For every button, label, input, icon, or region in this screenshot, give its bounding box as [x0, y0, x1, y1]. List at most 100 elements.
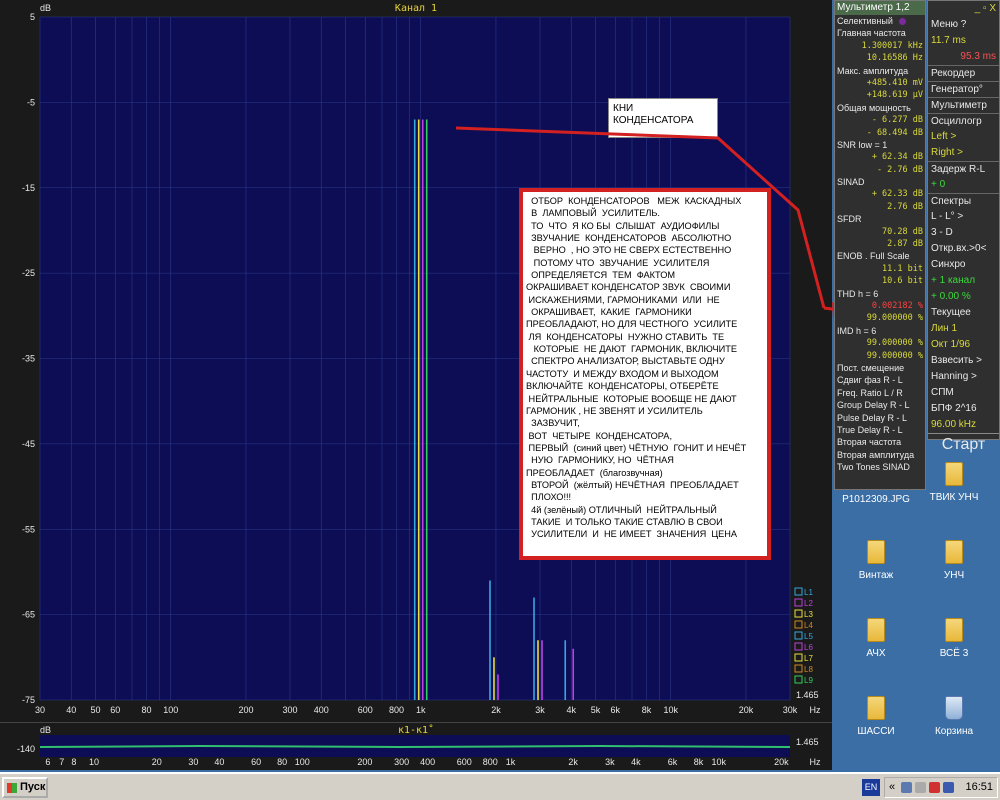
desktop-icon-label: Винтаж: [858, 570, 894, 581]
x-tick-label: 6k: [610, 705, 620, 715]
multimeter-label[interactable]: THD h = 6: [835, 288, 925, 300]
menu-item[interactable]: + 0: [928, 177, 999, 193]
menu-item[interactable]: 96.00 kHz: [928, 417, 999, 433]
start-menu-label: Пуск: [20, 781, 46, 793]
multimeter-label[interactable]: Сдвиг фаз R - L: [835, 374, 925, 386]
y-tick-label: 5: [30, 12, 35, 22]
menu-item[interactable]: Задерж R-L: [928, 161, 999, 177]
menu-item[interactable]: + 0.00 %: [928, 289, 999, 305]
x-tick-label: 20k: [739, 705, 754, 715]
menu-item[interactable]: Лин 1: [928, 321, 999, 337]
desktop-icon[interactable]: ВСЁ 3: [912, 618, 996, 659]
multimeter-label[interactable]: ENOB . Full Scale: [835, 250, 925, 262]
legend-label: L5: [804, 632, 813, 641]
tray-expand-icon[interactable]: «: [889, 778, 895, 797]
multimeter-value: - 68.494 dB: [866, 127, 923, 138]
multimeter-label[interactable]: Freq. Ratio L / R: [835, 387, 925, 399]
desktop-icon-label: ВСЁ 3: [939, 648, 969, 659]
multimeter-label[interactable]: True Delay R - L: [835, 424, 925, 436]
capacitor-note-box: ОТБОР КОНДЕНСАТОРОВ МЕЖ КАСКАДНЫХ В ЛАМП…: [519, 188, 771, 560]
menu-item[interactable]: СПМ: [928, 385, 999, 401]
menu-panel[interactable]: _ ▫ X Меню ? 11.7 ms 95.3 ms Рекордер Ге…: [927, 0, 1000, 453]
strip-corner-value: 1.465: [796, 737, 819, 747]
menu-item[interactable]: Спектры: [928, 193, 999, 209]
multimeter-label[interactable]: SFDR: [835, 213, 925, 225]
menu-item[interactable]: Откр.вх.>0<: [928, 241, 999, 257]
menu-item[interactable]: Синхро: [928, 257, 999, 273]
strip-x-unit: Hz: [810, 757, 821, 767]
multimeter-label[interactable]: Макс. амплитуда: [835, 65, 925, 77]
note-line: ВКЛЮЧАЙТЕ КОНДЕНСАТОРЫ, ОТБЕРЁТЕ: [526, 381, 719, 392]
start-button[interactable]: Старт: [928, 433, 999, 455]
desktop-icon[interactable]: Корзина: [912, 696, 996, 737]
multimeter-value: + 62.34 dB: [871, 152, 923, 163]
menu-item[interactable]: L - L° >: [928, 209, 999, 225]
multimeter-label[interactable]: SNR low = 1: [835, 139, 925, 151]
secondary-strip-window[interactable]: к1-к1˚ dB -140 1.465 6 7 8 10 20 30 40 60 80 100 200 30…: [0, 722, 832, 770]
multimeter-label[interactable]: Pulse Delay R - L: [835, 412, 925, 424]
strip-x-tick: 6k: [668, 757, 678, 767]
strip-x-tick: 400: [420, 757, 435, 767]
menu-item[interactable]: Мультиметр: [928, 97, 999, 113]
menu-item[interactable]: Hanning >: [928, 369, 999, 385]
menu-item[interactable]: + 1 канал: [928, 273, 999, 289]
volume-icon[interactable]: [915, 782, 926, 793]
multimeter-label[interactable]: Пост. смещение: [835, 362, 925, 374]
menu-item[interactable]: БПФ 2^16: [928, 401, 999, 417]
menu-item[interactable]: Меню ?: [928, 17, 999, 33]
x-tick-label: 80: [141, 705, 151, 715]
note-line: ВОТ ЧЕТЫРЕ КОНДЕНСАТОРА,: [526, 430, 672, 441]
desktop-icon[interactable]: АЧХ: [834, 618, 918, 659]
multimeter-label[interactable]: Селективный: [835, 15, 925, 27]
x-tick-label: 800: [389, 705, 404, 715]
desktop-icon-label: P1012309.JPG: [842, 494, 910, 505]
desktop-icon[interactable]: P1012309.JPG: [834, 494, 918, 505]
strip-x-tick: 4k: [631, 757, 641, 767]
security-icon[interactable]: [929, 782, 940, 793]
multimeter-label[interactable]: Вторая амплитуда: [835, 449, 925, 461]
multimeter-label[interactable]: Вторая частота: [835, 436, 925, 448]
x-tick-label: 30: [35, 705, 45, 715]
desktop-icon-label: Корзина: [934, 726, 974, 737]
multimeter-label[interactable]: Главная частота: [835, 27, 925, 39]
desktop-icon[interactable]: ТВИК УНЧ: [912, 462, 996, 503]
y-tick-label: -5: [27, 97, 35, 107]
clock[interactable]: 16:51: [965, 778, 993, 797]
menu-item[interactable]: Осциллогр: [928, 113, 999, 129]
menu-item[interactable]: Right >: [928, 145, 999, 161]
menu-item[interactable]: 3 - D: [928, 225, 999, 241]
strip-x-tick: 30: [188, 757, 198, 767]
desktop-icon[interactable]: ШАССИ: [834, 696, 918, 737]
menu-item[interactable]: 11.7 ms: [928, 33, 999, 49]
multimeter-label[interactable]: Общая мощность: [835, 102, 925, 114]
window-controls[interactable]: _ ▫ X: [928, 1, 999, 17]
network-icon[interactable]: [901, 782, 912, 793]
desktop-icon[interactable]: Винтаж: [834, 540, 918, 581]
multimeter-label[interactable]: IMD h = 6: [835, 325, 925, 337]
multimeter-title[interactable]: Мультиметр 1,2: [835, 1, 925, 15]
flag-icon[interactable]: [943, 782, 954, 793]
multimeter-panel[interactable]: Мультиметр 1,2 Селективный Главная частот…: [834, 0, 926, 490]
multimeter-value: 70.28 dB: [882, 226, 923, 237]
corner-value: 1.465: [796, 690, 819, 700]
language-indicator[interactable]: EN: [862, 779, 880, 796]
note-line: ЗВУЧАНИЕ КОНДЕНСАТОРОВ АБСОЛЮТНО: [526, 233, 732, 244]
folder-icon: [945, 618, 963, 642]
strip-x-tick: 20: [152, 757, 162, 767]
multimeter-label[interactable]: SINAD: [835, 176, 925, 188]
strip-x-tick: 1k: [506, 757, 516, 767]
menu-item[interactable]: 95.3 ms: [928, 49, 999, 65]
note-line: ТО ЧТО Я КО БЫ СЛЫШАТ АУДИОФИЛЫ: [526, 220, 720, 231]
menu-item[interactable]: Окт 1/96: [928, 337, 999, 353]
menu-item[interactable]: Left >: [928, 129, 999, 145]
menu-item[interactable]: Рекордер: [928, 65, 999, 81]
start-menu-button[interactable]: Пуск: [2, 777, 48, 798]
menu-item[interactable]: Генератор°: [928, 81, 999, 97]
strip-x-tick: 10k: [711, 757, 726, 767]
multimeter-label[interactable]: Group Delay R - L: [835, 399, 925, 411]
menu-item[interactable]: Взвесить >: [928, 353, 999, 369]
y-tick-label: -25: [22, 268, 35, 278]
menu-item[interactable]: Текущее: [928, 305, 999, 321]
x-tick-label: 200: [238, 705, 253, 715]
desktop-icon[interactable]: УНЧ: [912, 540, 996, 581]
